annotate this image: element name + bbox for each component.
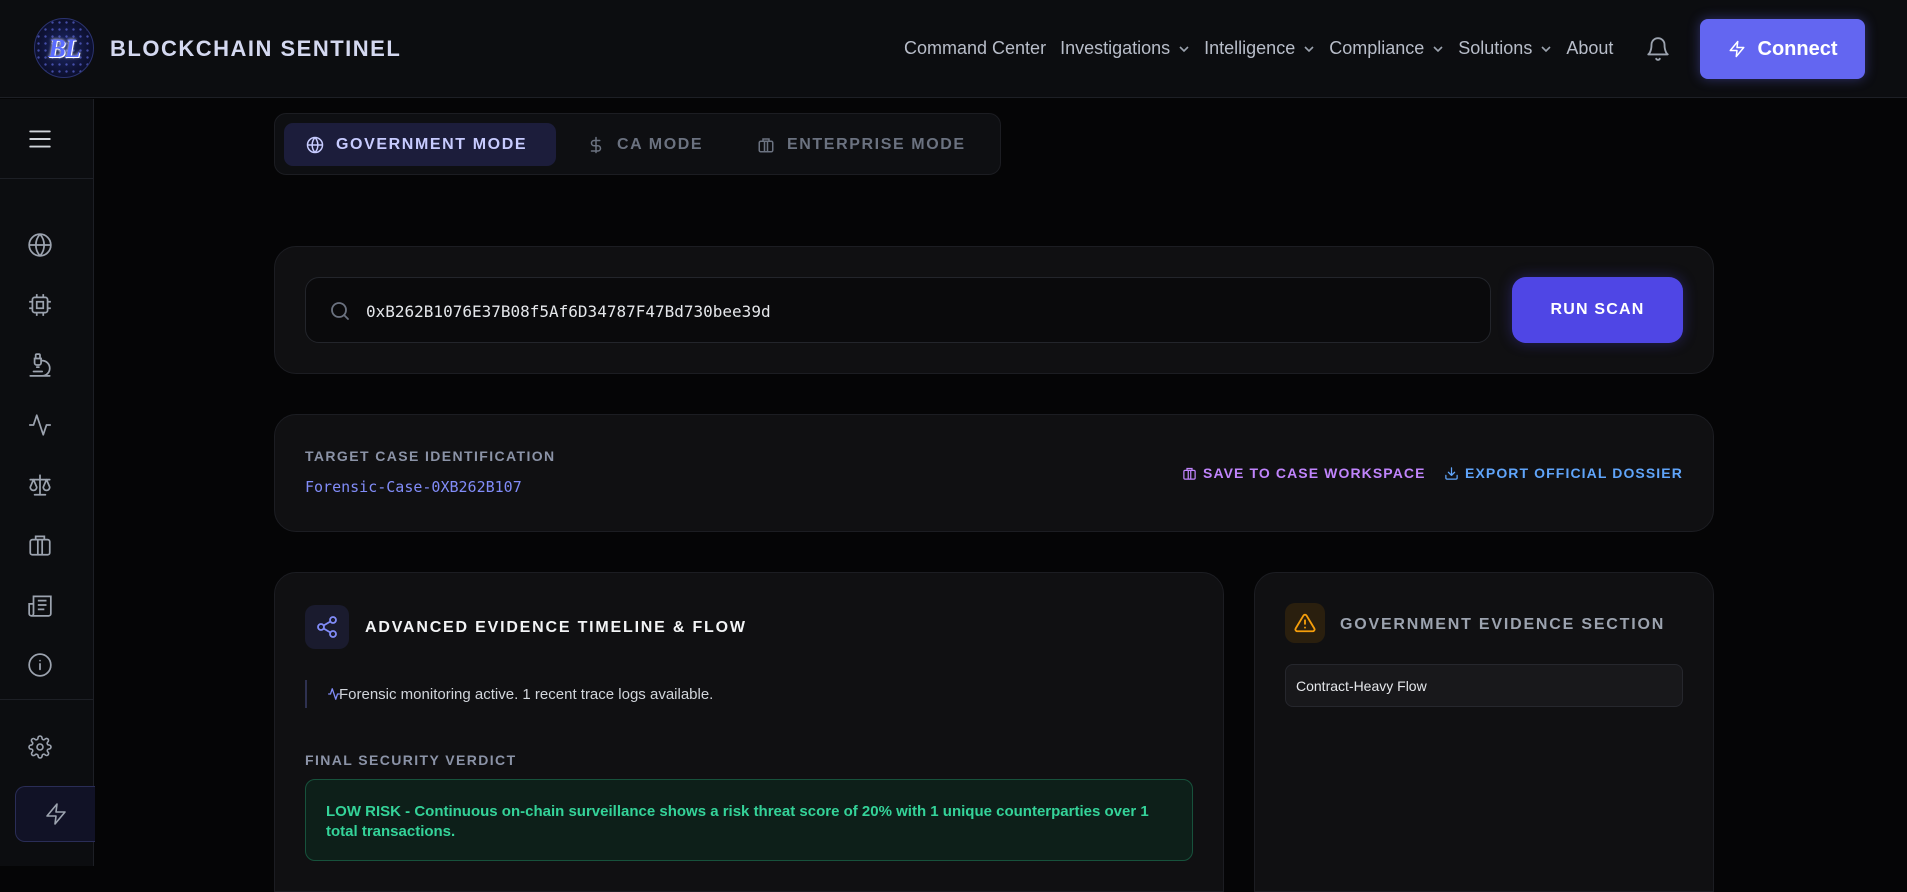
nav-label: Command Center xyxy=(904,38,1047,58)
timeline-title: ADVANCED EVIDENCE TIMELINE & FLOW xyxy=(365,619,747,636)
nav-label: Intelligence xyxy=(1204,38,1296,58)
monitoring-text: Forensic monitoring active. 1 recent tra… xyxy=(339,685,714,703)
case-label: TARGET CASE IDENTIFICATION xyxy=(305,448,556,464)
activity-icon xyxy=(29,414,51,436)
sidebar-item-cases[interactable] xyxy=(24,529,56,561)
nav-label: About xyxy=(1566,38,1614,58)
export-dossier-button[interactable]: EXPORT OFFICIAL DOSSIER xyxy=(1444,465,1683,481)
globe-icon xyxy=(306,136,324,153)
nav-command-center[interactable]: Command Center xyxy=(904,38,1046,59)
run-scan-button[interactable]: RUN SCAN xyxy=(1512,277,1683,343)
bolt-icon xyxy=(45,803,66,825)
nav-about[interactable]: About xyxy=(1566,38,1613,59)
sidebar-item-info[interactable] xyxy=(24,649,56,681)
connect-button[interactable]: Connect xyxy=(1700,19,1865,79)
share-icon-box xyxy=(305,605,349,649)
mode-label: CA MODE xyxy=(617,135,704,153)
sidebar-item-settings[interactable] xyxy=(24,731,56,763)
chip-icon xyxy=(29,294,51,316)
security-verdict: LOW RISK - Continuous on-chain surveilla… xyxy=(305,779,1193,861)
tab-enterprise-mode[interactable]: ENTERPRISE MODE xyxy=(735,123,993,166)
bell-icon[interactable] xyxy=(1645,36,1671,62)
gear-icon xyxy=(28,735,52,759)
sidebar-item-chip[interactable] xyxy=(24,289,56,321)
activity-icon xyxy=(328,688,340,700)
mode-switcher: GOVERNMENT MODE CA MODE ENTERPRISE MODE xyxy=(274,113,1001,175)
save-label: SAVE TO CASE WORKSPACE xyxy=(1203,465,1426,481)
share-icon xyxy=(317,616,337,638)
sidebar-divider xyxy=(0,699,94,700)
warning-icon xyxy=(1294,613,1316,633)
sidebar-item-globe[interactable] xyxy=(24,229,56,261)
dollar-icon xyxy=(590,136,602,153)
address-search-input[interactable] xyxy=(366,292,1466,330)
chevron-down-icon xyxy=(1304,45,1314,52)
sidebar-item-compliance[interactable] xyxy=(24,469,56,501)
sidebar-item-activity[interactable] xyxy=(24,409,56,441)
top-bar: BL BLOCKCHAIN SENTINEL Command Center In… xyxy=(0,0,1907,98)
search-icon xyxy=(331,302,349,320)
export-label: EXPORT OFFICIAL DOSSIER xyxy=(1465,465,1683,481)
chevron-down-icon xyxy=(1433,45,1443,52)
download-icon xyxy=(1445,466,1458,480)
address-search-box xyxy=(305,277,1491,343)
nav-intelligence[interactable]: Intelligence xyxy=(1204,38,1315,59)
microscope-icon xyxy=(29,353,51,377)
sidebar-item-quick-action[interactable] xyxy=(15,786,95,842)
nav-label: Investigations xyxy=(1060,38,1171,58)
sidebar-item-microscope[interactable] xyxy=(24,349,56,381)
save-to-case-button[interactable]: SAVE TO CASE WORKSPACE xyxy=(1182,465,1426,481)
briefcase-icon xyxy=(1183,467,1196,480)
newspaper-icon xyxy=(28,595,52,617)
nav-compliance[interactable]: Compliance xyxy=(1329,38,1444,59)
brand-name[interactable]: BLOCKCHAIN SENTINEL xyxy=(110,36,401,62)
chevron-down-icon xyxy=(1179,45,1189,52)
sidebar xyxy=(0,99,95,866)
verdict-label: FINAL SECURITY VERDICT xyxy=(305,752,517,768)
sidebar-item-news[interactable] xyxy=(24,589,56,621)
tab-government-mode[interactable]: GOVERNMENT MODE xyxy=(284,123,556,166)
logo-mark: BL xyxy=(48,34,80,63)
warning-icon-box xyxy=(1285,603,1325,643)
chevron-down-icon xyxy=(1541,45,1551,52)
sidebar-divider xyxy=(0,178,94,179)
main-nav: Command Center Investigations Intelligen… xyxy=(904,38,1627,59)
tab-ca-mode[interactable]: CA MODE xyxy=(565,123,715,166)
flow-type-tag: Contract-Heavy Flow xyxy=(1285,664,1683,707)
briefcase-icon xyxy=(758,137,774,152)
globe-icon xyxy=(28,233,52,257)
menu-icon xyxy=(29,130,51,148)
mode-label: ENTERPRISE MODE xyxy=(787,135,966,153)
info-icon xyxy=(28,653,52,677)
gov-evidence-title: GOVERNMENT EVIDENCE SECTION xyxy=(1340,616,1666,633)
nav-solutions[interactable]: Solutions xyxy=(1458,38,1552,59)
nav-investigations[interactable]: Investigations xyxy=(1060,38,1190,59)
monitoring-status: Forensic monitoring active. 1 recent tra… xyxy=(305,680,713,708)
bolt-icon xyxy=(1729,40,1744,58)
briefcase-icon xyxy=(29,535,51,556)
scales-icon xyxy=(29,474,51,496)
mode-label: GOVERNMENT MODE xyxy=(336,135,528,153)
connect-label: Connect xyxy=(1757,37,1838,60)
nav-label: Compliance xyxy=(1329,38,1425,58)
menu-toggle-button[interactable] xyxy=(24,123,56,155)
case-id: Forensic-Case-0XB262B107 xyxy=(305,478,522,496)
nav-label: Solutions xyxy=(1458,38,1533,58)
brand-logo[interactable]: BL xyxy=(34,18,94,78)
